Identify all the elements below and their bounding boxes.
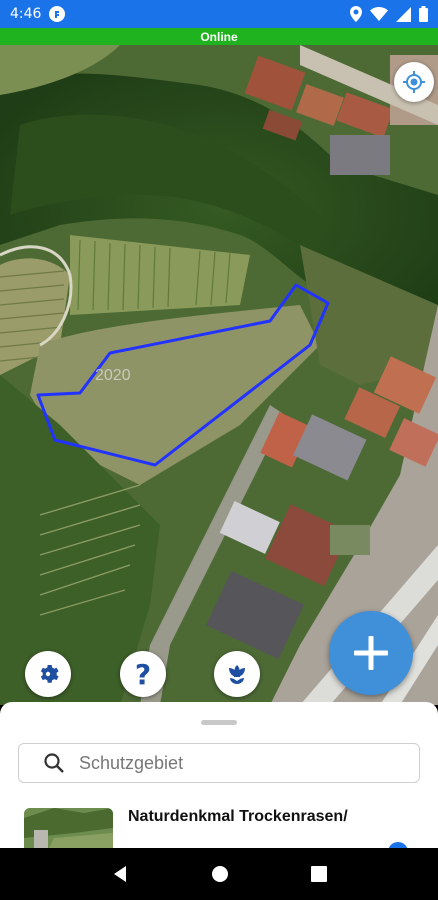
aerial-imagery: 2020 [0, 45, 438, 705]
locate-icon [403, 71, 425, 93]
recents-icon[interactable] [310, 865, 328, 883]
status-time: 4:46 [10, 6, 42, 22]
back-icon[interactable] [110, 864, 130, 884]
status-bar: 4:46 [0, 0, 438, 28]
add-button[interactable] [329, 611, 413, 695]
status-icons [350, 6, 428, 22]
bottom-sheet[interactable]: Naturdenkmal Trockenrasen/ [0, 702, 438, 848]
signal-icon [396, 6, 411, 22]
species-button[interactable] [214, 651, 260, 697]
search-icon [44, 753, 64, 773]
map-view[interactable]: 2020 ? [0, 45, 438, 705]
battery-icon [419, 6, 428, 22]
settings-button[interactable] [25, 651, 71, 697]
help-icon: ? [134, 657, 152, 691]
connection-status-bar: Online [0, 28, 438, 45]
connection-status-label: Online [200, 29, 238, 44]
plus-icon [354, 636, 388, 670]
wifi-icon [370, 7, 388, 21]
home-icon[interactable] [210, 864, 230, 884]
help-button[interactable]: ? [120, 651, 166, 697]
search-box[interactable] [18, 743, 420, 783]
search-input[interactable] [79, 752, 399, 774]
system-nav-bar [0, 848, 438, 900]
sheet-drag-handle[interactable] [201, 720, 237, 725]
result-title: Naturdenkmal Trockenrasen/ [128, 808, 348, 825]
flower-icon [229, 665, 245, 684]
locate-button[interactable] [394, 62, 434, 102]
settings-icon [40, 665, 59, 683]
map-year-label: 2020 [95, 367, 131, 384]
location-icon [350, 6, 362, 22]
app-notification-icon [49, 6, 66, 22]
list-item[interactable]: Naturdenkmal Trockenrasen/ [24, 806, 424, 848]
result-thumbnail [24, 808, 113, 848]
